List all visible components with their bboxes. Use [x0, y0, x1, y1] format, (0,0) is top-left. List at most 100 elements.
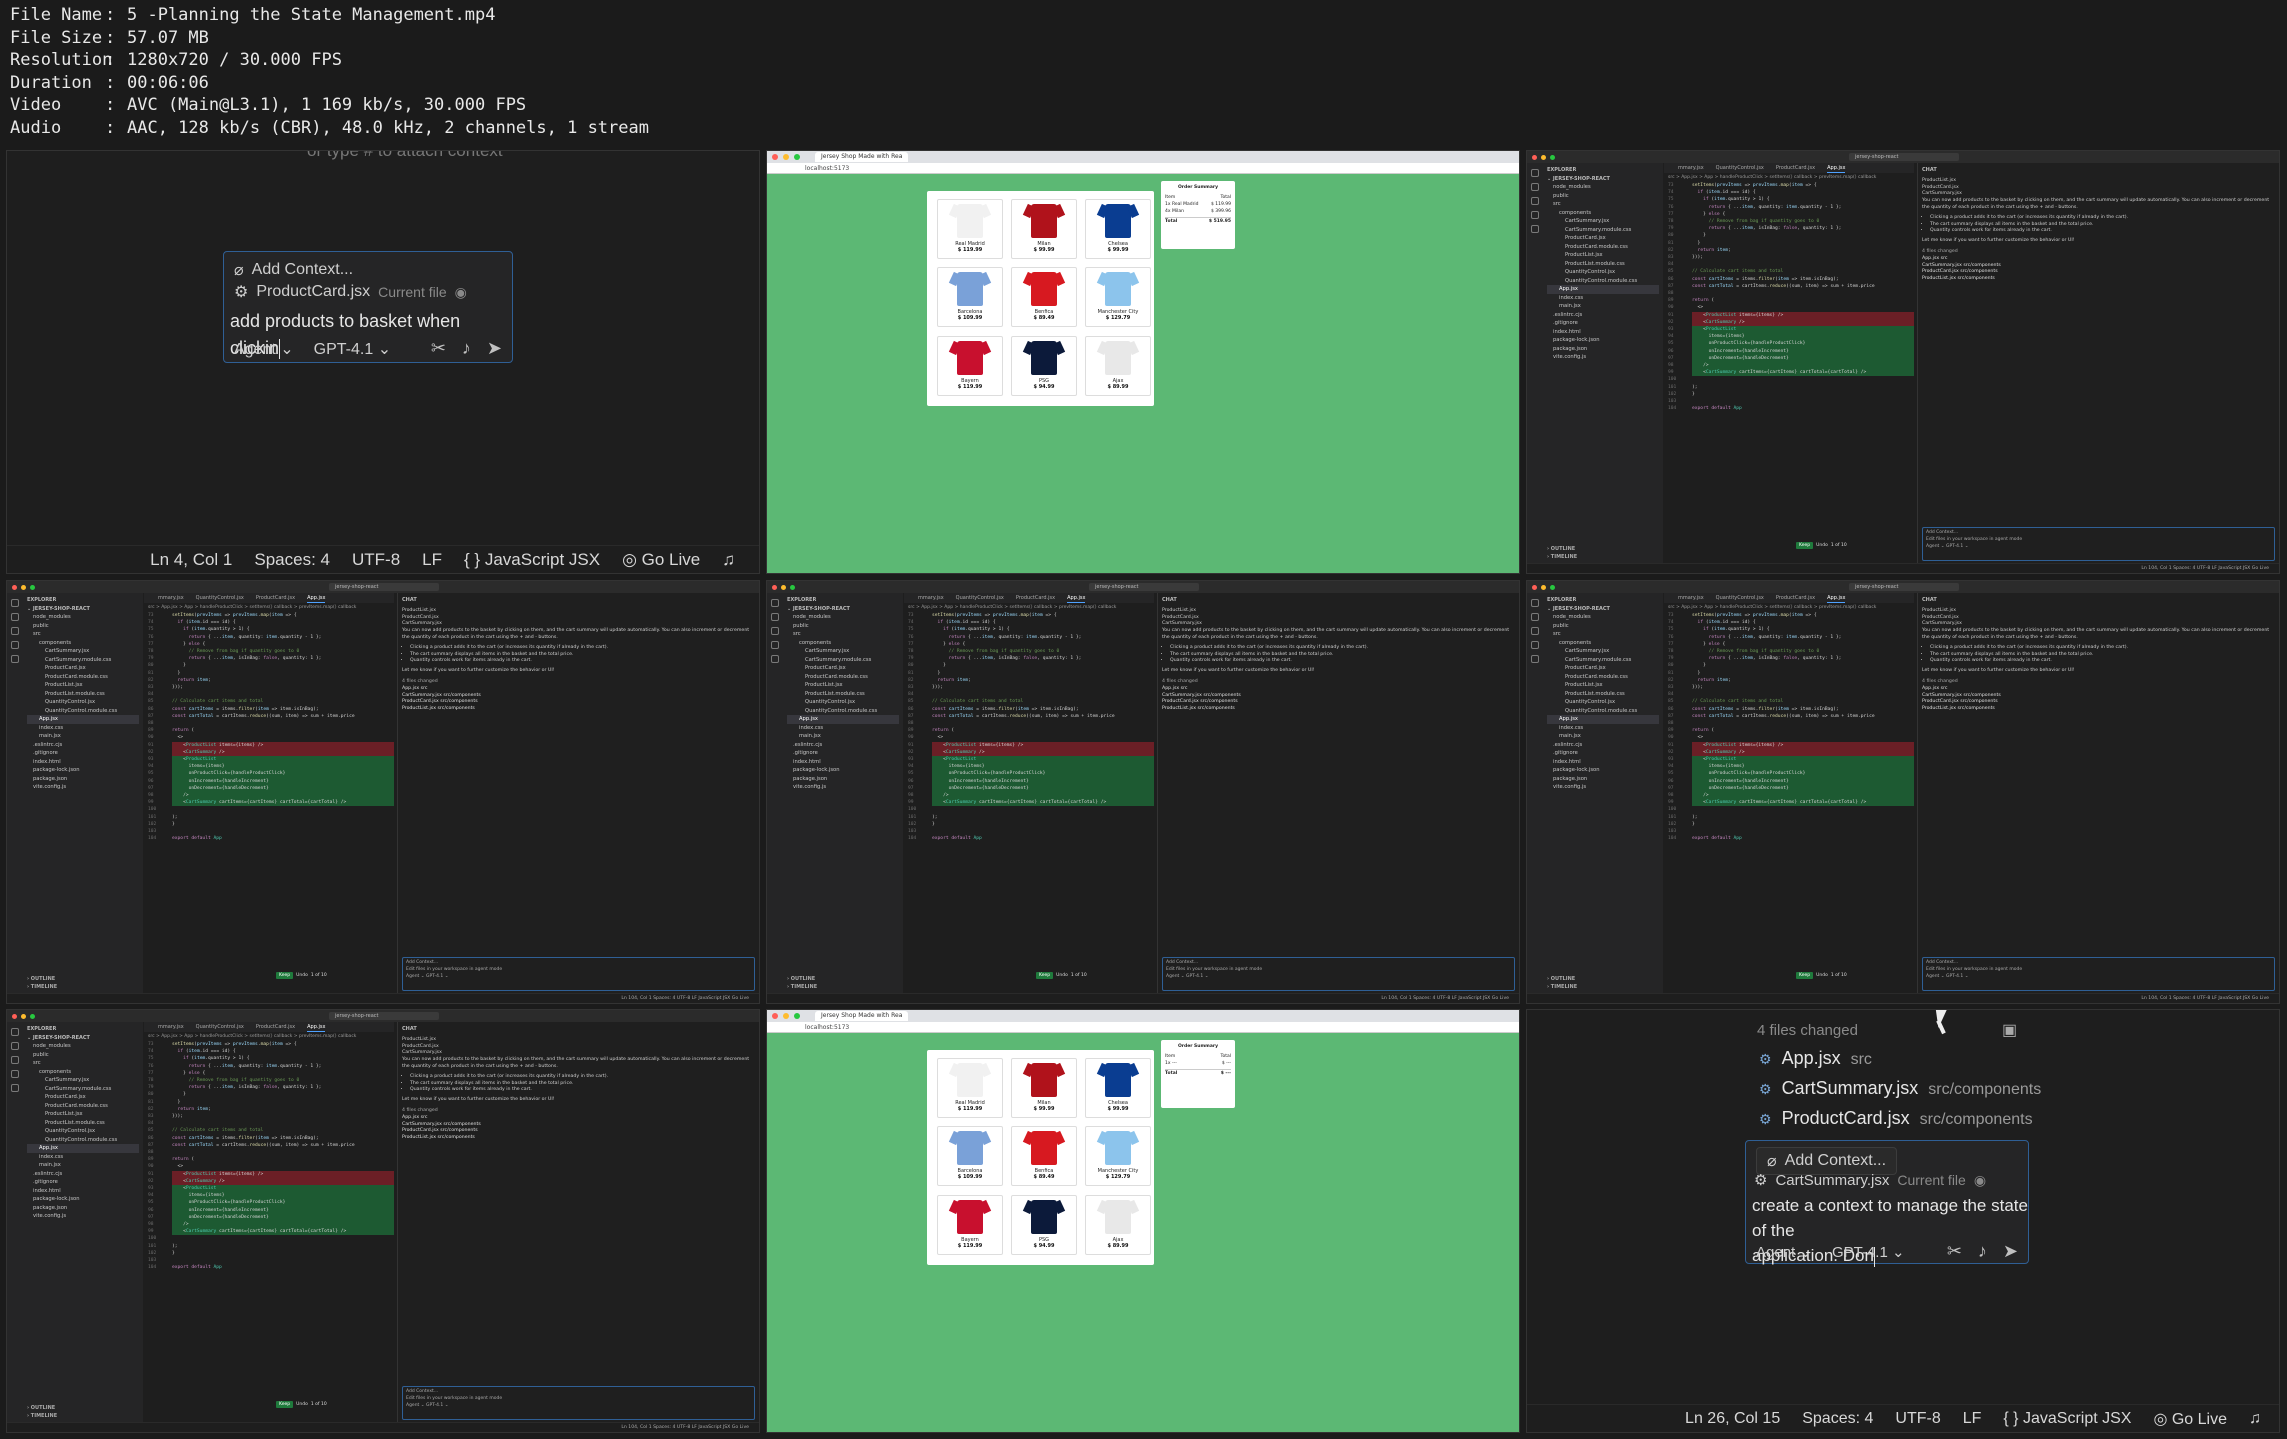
file-tree-item[interactable]: package-lock.json: [787, 766, 899, 775]
file-tree-item[interactable]: ProductCard.jsx: [1547, 664, 1659, 673]
file-tree-item[interactable]: package.json: [787, 775, 899, 784]
extensions-icon[interactable]: [1531, 225, 1539, 233]
undo-button[interactable]: Undo: [296, 1402, 308, 1407]
file-tree-item[interactable]: node_modules: [787, 613, 899, 622]
files-icon[interactable]: [1531, 169, 1539, 177]
command-search[interactable]: jersey-shop-react: [1849, 153, 1959, 161]
chat-input-box[interactable]: ⌀ Add Context... ⚙ CartSummary.jsx Curren…: [1745, 1140, 2029, 1267]
chat-file-reference[interactable]: ProductList.jsx: [1922, 608, 2275, 615]
window-control-icon[interactable]: [1532, 154, 1537, 160]
send-icon[interactable]: ➤: [2003, 1241, 2018, 1262]
command-search[interactable]: jersey-shop-react: [1849, 583, 1959, 591]
file-tree-item[interactable]: src: [787, 630, 899, 639]
file-tree-item[interactable]: ProductList.jsx: [1547, 681, 1659, 690]
file-tree-item[interactable]: QuantityControl.jsx: [787, 698, 899, 707]
outline-section[interactable]: › OUTLINE: [27, 1404, 57, 1412]
file-tree-item[interactable]: ProductCard.jsx: [27, 664, 139, 673]
file-tree-item[interactable]: public: [1547, 622, 1659, 631]
editor-tab[interactable]: mmary.jsx: [1678, 593, 1704, 603]
editor-tab[interactable]: App.jsx: [1827, 593, 1846, 603]
file-tree-item[interactable]: index.css: [1547, 724, 1659, 733]
editor-tab[interactable]: ProductCard.jsx: [1776, 593, 1815, 603]
line-ending[interactable]: LF: [422, 550, 442, 570]
file-tree-item[interactable]: main.jsx: [787, 732, 899, 741]
file-tree-item[interactable]: App.jsx: [27, 715, 139, 724]
file-tree-item[interactable]: QuantityControl.jsx: [27, 698, 139, 707]
run-debug-icon[interactable]: [11, 641, 19, 649]
file-tree-item[interactable]: QuantityControl.module.css: [1547, 277, 1659, 286]
file-tree-item[interactable]: ProductList.module.css: [787, 690, 899, 699]
product-card[interactable]: Manchester City $ 129.79: [1085, 267, 1151, 328]
file-tree-item[interactable]: .gitignore: [1547, 749, 1659, 758]
product-card[interactable]: Milan $ 99.99: [1011, 199, 1077, 259]
files-icon[interactable]: [11, 599, 19, 607]
file-tree-item[interactable]: ProductCard.jsx: [27, 1093, 139, 1102]
window-control-icon[interactable]: [1541, 584, 1546, 590]
product-card[interactable]: Barcelona $ 109.99: [937, 267, 1003, 328]
file-tree-item[interactable]: index.html: [27, 1187, 139, 1196]
mode-select[interactable]: Agent ⌄: [234, 339, 294, 359]
file-tree-item[interactable]: CartSummary.module.css: [1547, 226, 1659, 235]
file-tree-item[interactable]: package.json: [27, 775, 139, 784]
window-control-icon[interactable]: [794, 154, 800, 160]
file-tree-item[interactable]: ProductList.jsx: [1547, 251, 1659, 260]
file-tree-item[interactable]: CartSummary.jsx: [27, 647, 139, 656]
window-control-icon[interactable]: [772, 1013, 778, 1019]
search-icon[interactable]: [11, 613, 19, 621]
window-control-icon[interactable]: [12, 584, 17, 590]
project-root[interactable]: ⌄ JERSEY-SHOP-REACT: [27, 605, 139, 614]
bell-icon[interactable]: ♫: [2249, 1410, 2261, 1428]
file-tree-item[interactable]: CartSummary.module.css: [27, 1085, 139, 1094]
line-ending[interactable]: LF: [1963, 1410, 1982, 1428]
current-file-chip[interactable]: ⚙ CartSummary.jsx Current file ◉: [1754, 1171, 1986, 1190]
file-tree-item[interactable]: CartSummary.module.css: [1547, 656, 1659, 665]
changed-file-item[interactable]: ProductList.jsx src/components: [1922, 276, 2275, 283]
files-icon[interactable]: [11, 1028, 19, 1036]
keep-button[interactable]: Keep: [1796, 972, 1814, 979]
eye-icon[interactable]: ◉: [1974, 1172, 1986, 1189]
file-tree-item[interactable]: QuantityControl.module.css: [1547, 707, 1659, 716]
file-tree-item[interactable]: index.html: [27, 758, 139, 767]
file-tree-item[interactable]: QuantityControl.jsx: [27, 1127, 139, 1136]
outline-section[interactable]: › OUTLINE: [27, 975, 57, 983]
tools-icon[interactable]: ✂: [1947, 1241, 1962, 1262]
project-root[interactable]: ⌄ JERSEY-SHOP-REACT: [27, 1034, 139, 1043]
file-tree-item[interactable]: .eslintrc.cjs: [27, 1170, 139, 1179]
search-icon[interactable]: [771, 613, 779, 621]
changed-file-item[interactable]: ProductList.jsx src/components: [1922, 706, 2275, 713]
add-context-button[interactable]: Add Context...: [1166, 960, 1511, 967]
source-control-icon[interactable]: [771, 627, 779, 635]
address-bar[interactable]: localhost:5173: [767, 163, 1519, 174]
product-card[interactable]: Ajax $ 89.99: [1085, 335, 1151, 396]
window-control-icon[interactable]: [1541, 154, 1546, 160]
file-tree-item[interactable]: node_modules: [1547, 183, 1659, 192]
window-control-icon[interactable]: [794, 1013, 800, 1019]
file-tree-item[interactable]: QuantityControl.jsx: [1547, 698, 1659, 707]
model-select[interactable]: GPT-4.1 ⌄: [1832, 1243, 1905, 1261]
file-tree-item[interactable]: ProductCard.module.css: [787, 673, 899, 682]
browser-tab[interactable]: Jersey Shop Made with Rea: [815, 152, 909, 162]
window-control-icon[interactable]: [1550, 584, 1555, 590]
file-tree-item[interactable]: node_modules: [1547, 613, 1659, 622]
outline-section[interactable]: › OUTLINE: [1547, 545, 1577, 553]
source-control-icon[interactable]: [11, 627, 19, 635]
add-context-button[interactable]: Add Context...: [1926, 530, 2271, 537]
file-tree-item[interactable]: main.jsx: [1547, 302, 1659, 311]
file-tree-item[interactable]: .gitignore: [787, 749, 899, 758]
file-tree-item[interactable]: vite.config.js: [1547, 353, 1659, 362]
product-card[interactable]: Real Madrid $ 119.99: [937, 199, 1003, 259]
product-card[interactable]: PSG $ 94.99: [1011, 335, 1077, 396]
file-tree-item[interactable]: ProductList.jsx: [27, 1110, 139, 1119]
microphone-icon[interactable]: ♪: [1978, 1241, 1987, 1262]
timeline-section[interactable]: › TIMELINE: [27, 983, 57, 991]
chat-file-reference[interactable]: ProductCard.jsx: [1162, 615, 1515, 622]
changed-file-item[interactable]: App.jsx src: [402, 1115, 755, 1122]
source-control-icon[interactable]: [11, 1056, 19, 1064]
file-tree-item[interactable]: public: [787, 622, 899, 631]
product-card[interactable]: Milan $ 99.99: [1011, 1058, 1077, 1118]
file-tree-item[interactable]: CartSummary.jsx: [787, 647, 899, 656]
file-tree-item[interactable]: components: [1547, 639, 1659, 648]
changed-file-item[interactable]: ⚙ App.jsx src: [1759, 1044, 2041, 1074]
chat-input-box[interactable]: Add Context... Edit files in your workspa…: [1922, 957, 2275, 991]
editor-tab[interactable]: ProductCard.jsx: [256, 1022, 295, 1032]
